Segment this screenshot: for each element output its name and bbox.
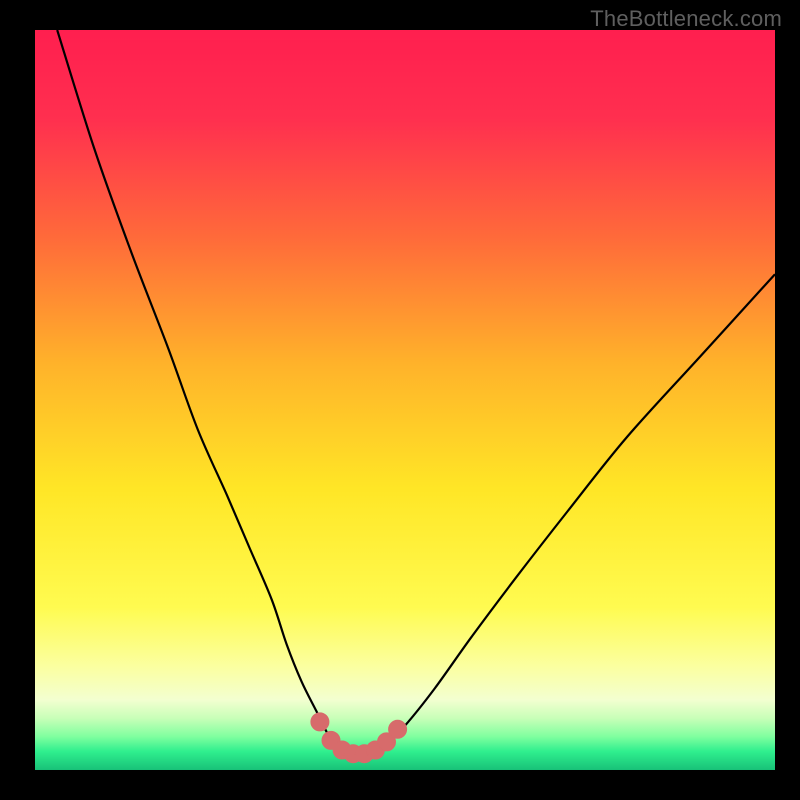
watermark-text: TheBottleneck.com xyxy=(590,6,782,32)
plot-area xyxy=(35,30,775,770)
background-gradient xyxy=(35,30,775,770)
chart-frame: TheBottleneck.com xyxy=(0,0,800,800)
